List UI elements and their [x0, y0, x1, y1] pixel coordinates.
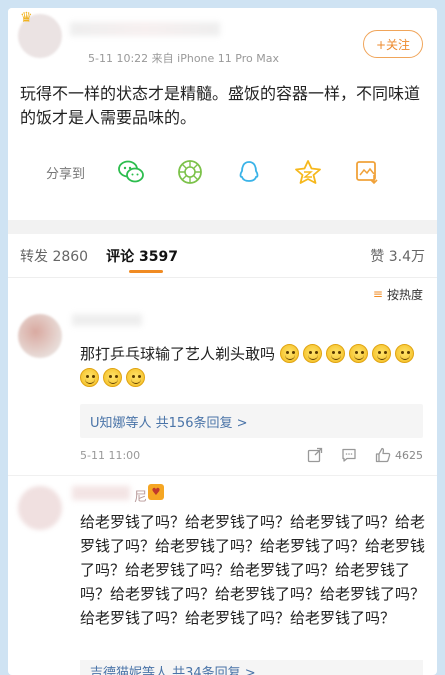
sort-icon[interactable]: ≡: [373, 287, 383, 301]
comment-footer: 5-11 11:00 4625: [80, 444, 423, 466]
qzone-star-icon[interactable]: [293, 157, 323, 187]
tab-comment-label: 评论: [106, 248, 135, 265]
smile-emoji-icon: [325, 344, 345, 363]
commenter-name-blurred[interactable]: [72, 486, 130, 500]
smile-emoji-icon: [80, 368, 99, 387]
post-text: 玩得不一样的状态才是精髓。盛饭的容器一样，不同味道的饭才是人需要品味的。: [20, 84, 421, 127]
tab-repost[interactable]: 转发 2860: [20, 246, 88, 266]
smile-emoji-icon: [302, 344, 322, 363]
like-button[interactable]: 4625: [375, 447, 423, 463]
reply-summary-link[interactable]: U知娜等人 共156条回复 >: [80, 404, 423, 438]
save-image-icon[interactable]: [352, 157, 382, 187]
tab-repost-label: 转发: [20, 248, 48, 265]
post-meta: 5-11 10:22 来自 iPhone 11 Pro Max: [88, 52, 279, 65]
commenter-name-suffix: 尼: [134, 490, 148, 505]
section-divider: [8, 220, 437, 234]
tab-repost-count: 2860: [52, 248, 89, 265]
sort-row: ≡ 按热度: [8, 278, 437, 310]
commenter-avatar[interactable]: [18, 314, 62, 358]
weibo-post-screen: ♛ 5-11 10:22 来自 iPhone 11 Pro Max +关注 玩得…: [8, 8, 437, 675]
tab-like-count: 3.4万: [388, 248, 425, 265]
reply-summary-link[interactable]: 吉德猫妮等人 共34条回复 >: [80, 660, 423, 675]
share-label: 分享到: [46, 166, 86, 182]
share-row: 分享到: [8, 154, 437, 190]
smile-emoji-icon: [394, 344, 414, 363]
wechat-icon[interactable]: [116, 157, 146, 187]
comment-item: 尼 ♥ 给老罗钱了吗？给老罗钱了吗？给老罗钱了吗？给老罗钱了吗？给老罗钱了吗？给…: [8, 476, 437, 675]
sort-by-heat-button[interactable]: 按热度: [387, 286, 423, 303]
share-icon[interactable]: [307, 447, 323, 463]
comment-text: 给老罗钱了吗？给老罗钱了吗？给老罗钱了吗？给老罗钱了吗？给老罗钱了吗？给老罗钱了…: [80, 513, 426, 627]
smile-emoji-icon: [103, 368, 122, 387]
tab-comment-count: 3597: [138, 248, 178, 265]
tab-comment[interactable]: 评论 3597: [106, 246, 178, 266]
comment-text: 那打乒乓球输了艺人剃头敢吗: [80, 342, 423, 390]
commenter-name-blurred[interactable]: [72, 314, 142, 326]
like-count: 4625: [395, 448, 423, 462]
member-badge-icon: ♥: [148, 484, 164, 500]
moments-icon[interactable]: [175, 157, 205, 187]
tab-like-label: 赞: [370, 248, 385, 265]
crown-icon: ♛: [20, 10, 33, 26]
post: ♛ 5-11 10:22 来自 iPhone 11 Pro Max +关注 玩得…: [8, 8, 437, 220]
tab-like[interactable]: 赞 3.4万: [370, 246, 425, 266]
author-name-blurred[interactable]: [70, 22, 220, 36]
comment-item: 那打乒乓球输了艺人剃头敢吗 U知娜等人 共156条回复 > 5-11 11:00…: [8, 310, 437, 476]
smile-emoji-icon: [279, 344, 299, 363]
tab-bar: 转发 2860 评论 3597 赞 3.4万: [8, 234, 437, 278]
thumbs-up-icon: [375, 447, 391, 463]
smile-emoji-icon: [126, 368, 145, 387]
qq-icon[interactable]: [234, 157, 264, 187]
follow-button[interactable]: +关注: [363, 30, 423, 58]
comment-time: 5-11 11:00: [80, 448, 141, 462]
commenter-avatar[interactable]: [18, 486, 62, 530]
smile-emoji-icon: [348, 344, 368, 363]
smile-emoji-icon: [371, 344, 391, 363]
active-tab-indicator: [129, 270, 163, 273]
reply-icon[interactable]: [341, 447, 357, 463]
comment-text-content: 那打乒乓球输了艺人剃头敢吗: [80, 345, 276, 363]
